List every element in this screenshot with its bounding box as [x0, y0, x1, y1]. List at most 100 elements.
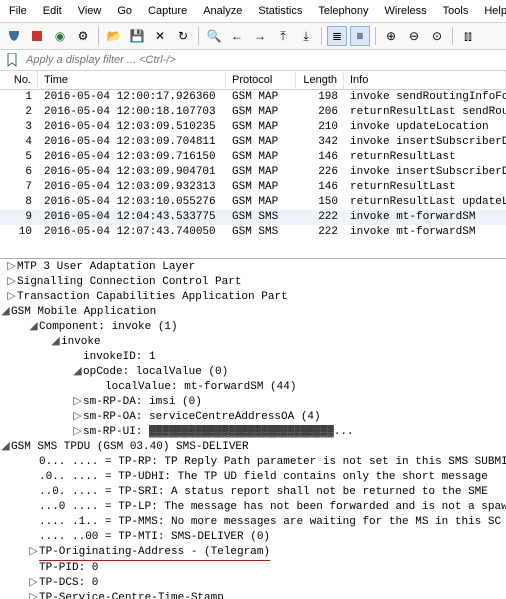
collapse-icon[interactable]: ◢ — [0, 440, 11, 455]
tree-node-label: ..0. .... = TP-SRI: A status report shal… — [39, 486, 488, 498]
packet-row[interactable]: 22016-05-04 12:00:18.107703GSM MAP206ret… — [0, 105, 506, 120]
save-file-icon[interactable]: 💾 — [127, 26, 147, 46]
tree-node[interactable]: .0.. .... = TP-UDHI: The TP UD field con… — [0, 470, 506, 485]
tree-node[interactable]: TP-PID: 0 — [0, 561, 506, 576]
expand-icon[interactable]: ▷ — [6, 275, 17, 290]
go-to-packet-icon[interactable]: ⤒ — [273, 26, 293, 46]
expand-icon[interactable]: ▷ — [6, 260, 17, 275]
tree-node[interactable]: ▷sm-RP-DA: imsi (0) — [0, 395, 506, 410]
tree-node[interactable]: ▷TP-Originating-Address - (Telegram) — [0, 545, 506, 561]
tree-node[interactable]: ▷TP-Service-Centre-Time-Stamp — [0, 591, 506, 599]
menu-capture[interactable]: Capture — [141, 3, 194, 19]
col-header-protocol[interactable]: Protocol — [226, 71, 296, 89]
menu-wireless[interactable]: Wireless — [378, 3, 434, 19]
expand-icon[interactable]: ▷ — [72, 410, 83, 425]
toolbar-separator — [98, 27, 99, 45]
tree-node[interactable]: ▷Transaction Capabilities Application Pa… — [0, 290, 506, 305]
tree-node[interactable]: ▷sm-RP-OA: serviceCentreAddressOA (4) — [0, 410, 506, 425]
tree-node[interactable]: ▷sm-RP-UI: ▓▓▓▓▓▓▓▓▓▓▓▓▓▓▓▓▓▓▓▓▓▓▓▓▓▓▓▓.… — [0, 425, 506, 440]
collapse-icon[interactable]: ◢ — [72, 365, 83, 380]
menu-go[interactable]: Go — [110, 3, 139, 19]
menu-file[interactable]: File — [2, 3, 34, 19]
tree-node[interactable]: localValue: mt-forwardSM (44) — [0, 380, 506, 395]
autoscroll-icon[interactable]: ≣ — [327, 26, 347, 46]
tree-node[interactable]: ...0 .... = TP-LP: The message has not b… — [0, 500, 506, 515]
go-forward-icon[interactable]: → — [250, 26, 270, 46]
tree-node[interactable]: ▷MTP 3 User Adaptation Layer — [0, 260, 506, 275]
tree-node[interactable]: .... .1.. = TP-MMS: No more messages are… — [0, 515, 506, 530]
col-header-time[interactable]: Time — [38, 71, 226, 89]
tree-node[interactable]: ◢opCode: localValue (0) — [0, 365, 506, 380]
stop-capture-icon[interactable] — [27, 26, 47, 46]
go-first-icon[interactable]: ⤓ — [296, 26, 316, 46]
find-packet-icon[interactable]: 🔍 — [204, 26, 224, 46]
tree-node-label: sm-RP-OA: serviceCentreAddressOA (4) — [83, 411, 321, 423]
expand-icon[interactable]: ▷ — [28, 591, 39, 599]
close-file-icon[interactable]: ✕ — [150, 26, 170, 46]
display-filter-input[interactable] — [24, 52, 502, 68]
packet-row[interactable]: 42016-05-04 12:03:09.704811GSM MAP342inv… — [0, 135, 506, 150]
bookmark-filter-icon[interactable] — [4, 52, 20, 68]
packet-row[interactable]: 92016-05-04 12:04:43.533775GSM SMS222inv… — [0, 210, 506, 225]
col-header-no[interactable]: No. — [0, 71, 38, 89]
expand-icon[interactable]: ▷ — [72, 425, 83, 440]
expand-icon[interactable]: ▷ — [6, 290, 17, 305]
tree-node[interactable]: ◢GSM Mobile Application — [0, 305, 506, 320]
tree-node-label: TP-PID: 0 — [39, 562, 98, 574]
tree-node-label: .0.. .... = TP-UDHI: The TP UD field con… — [39, 471, 488, 483]
open-file-icon[interactable]: 📂 — [104, 26, 124, 46]
restart-capture-icon[interactable]: ◉ — [50, 26, 70, 46]
zoom-out-icon[interactable]: ⊖ — [404, 26, 424, 46]
packet-cell-len: 146 — [296, 180, 344, 195]
start-capture-icon[interactable] — [4, 26, 24, 46]
packet-row[interactable]: 52016-05-04 12:03:09.716150GSM MAP146ret… — [0, 150, 506, 165]
colorize-icon[interactable]: ≡ — [350, 26, 370, 46]
expand-icon[interactable]: ▷ — [28, 545, 39, 560]
packet-cell-proto: GSM MAP — [226, 120, 296, 135]
packet-details-pane: ▷MTP 3 User Adaptation Layer▷Signalling … — [0, 259, 506, 599]
tree-node[interactable]: invokeID: 1 — [0, 350, 506, 365]
tree-node[interactable]: ◢GSM SMS TPDU (GSM 03.40) SMS-DELIVER — [0, 440, 506, 455]
expand-icon[interactable]: ▷ — [72, 395, 83, 410]
tree-node[interactable]: ▷Signalling Connection Control Part — [0, 275, 506, 290]
menu-help[interactable]: Help — [477, 3, 506, 19]
menu-view[interactable]: View — [71, 3, 109, 19]
packet-row[interactable]: 102016-05-04 12:07:43.740050GSM SMS222in… — [0, 225, 506, 240]
col-header-length[interactable]: Length — [296, 71, 344, 89]
menu-telephony[interactable]: Telephony — [311, 3, 375, 19]
tree-node[interactable]: 0... .... = TP-RP: TP Reply Path paramet… — [0, 455, 506, 470]
tree-node[interactable]: ◢Component: invoke (1) — [0, 320, 506, 335]
resize-columns-icon[interactable]: ⫾⫾ — [458, 26, 478, 46]
collapse-icon[interactable]: ◢ — [0, 305, 11, 320]
packet-cell-no: 6 — [0, 165, 38, 180]
packet-cell-time: 2016-05-04 12:03:09.932313 — [38, 180, 226, 195]
menu-analyze[interactable]: Analyze — [196, 3, 249, 19]
collapse-icon[interactable]: ◢ — [28, 320, 39, 335]
packet-cell-time: 2016-05-04 12:00:18.107703 — [38, 105, 226, 120]
packet-cell-len: 150 — [296, 195, 344, 210]
capture-options-icon[interactable]: ⚙ — [73, 26, 93, 46]
packet-cell-no: 1 — [0, 90, 38, 105]
tree-node-label: invokeID: 1 — [83, 351, 156, 363]
tree-node[interactable]: ◢invoke — [0, 335, 506, 350]
zoom-in-icon[interactable]: ⊕ — [381, 26, 401, 46]
packet-row[interactable]: 62016-05-04 12:03:09.904701GSM MAP226inv… — [0, 165, 506, 180]
packet-cell-len: 222 — [296, 210, 344, 225]
reload-icon[interactable]: ↻ — [173, 26, 193, 46]
packet-row[interactable]: 32016-05-04 12:03:09.510235GSM MAP210inv… — [0, 120, 506, 135]
menu-edit[interactable]: Edit — [36, 3, 69, 19]
packet-row[interactable]: 12016-05-04 12:00:17.926360GSM MAP198inv… — [0, 90, 506, 105]
tree-node[interactable]: ..0. .... = TP-SRI: A status report shal… — [0, 485, 506, 500]
tree-node[interactable]: .... ..00 = TP-MTI: SMS-DELIVER (0) — [0, 530, 506, 545]
go-back-icon[interactable]: ← — [227, 26, 247, 46]
packet-row[interactable]: 82016-05-04 12:03:10.055276GSM MAP150ret… — [0, 195, 506, 210]
menu-tools[interactable]: Tools — [436, 3, 476, 19]
packet-row[interactable]: 72016-05-04 12:03:09.932313GSM MAP146ret… — [0, 180, 506, 195]
tree-node[interactable]: ▷TP-DCS: 0 — [0, 576, 506, 591]
zoom-reset-icon[interactable]: ⊙ — [427, 26, 447, 46]
col-header-info[interactable]: Info — [344, 71, 506, 89]
menu-statistics[interactable]: Statistics — [251, 3, 309, 19]
collapse-icon[interactable]: ◢ — [50, 335, 61, 350]
packet-cell-no: 5 — [0, 150, 38, 165]
expand-icon[interactable]: ▷ — [28, 576, 39, 591]
